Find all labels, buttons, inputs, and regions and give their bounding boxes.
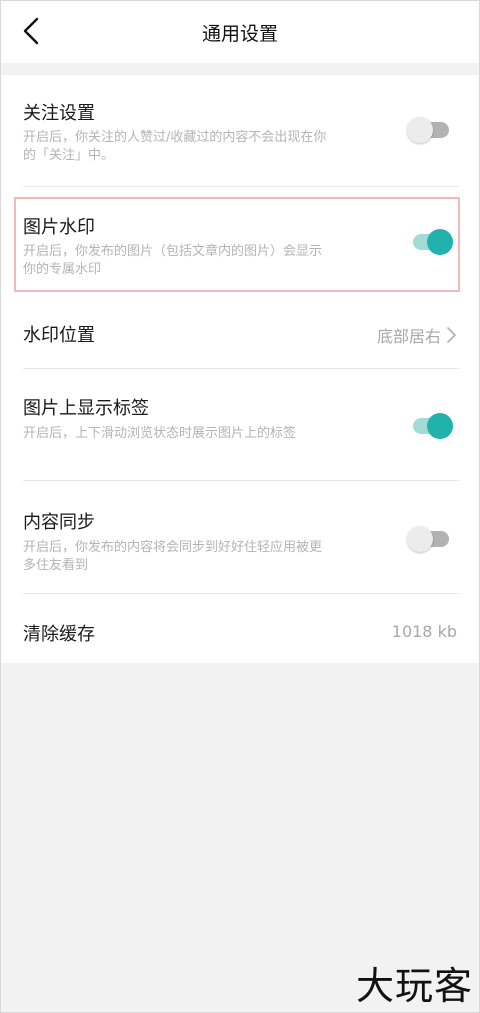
setting-title: 水印位置: [23, 325, 95, 346]
setting-title: 图片水印: [23, 217, 95, 238]
setting-title: 图片上显示标签: [23, 398, 149, 419]
image-tags-toggle[interactable]: [407, 413, 453, 439]
toggle-knob: [407, 526, 433, 552]
toggle-knob: [407, 117, 433, 143]
setting-title: 清除缓存: [23, 624, 95, 645]
setting-row-follow: 关注设置 开启后，你关注的人赞过/收藏过的内容不会出现在你的「关注」中。: [1, 75, 479, 187]
toggle-knob: [427, 413, 453, 439]
setting-row-watermark: 图片水印 开启后，你发布的图片（包括文章内的图片）会显示你的专属水印: [1, 187, 479, 297]
back-button[interactable]: [15, 15, 47, 47]
section-gap: [1, 63, 479, 75]
chevron-left-icon: [23, 17, 39, 45]
watermark-logo: 大玩客: [356, 955, 473, 1010]
setting-row-image-tags: 图片上显示标签 开启后，上下滑动浏览状态时展示图片上的标签: [1, 369, 479, 481]
chevron-right-icon: [447, 327, 456, 343]
watermark-toggle[interactable]: [407, 229, 453, 255]
setting-row-content-sync: 内容同步 开启后，你发布的内容将会同步到好好住轻应用被更多住友看到: [1, 481, 479, 594]
setting-row-watermark-position[interactable]: 水印位置 底部居右: [1, 297, 479, 369]
follow-toggle[interactable]: [407, 117, 453, 143]
watermark-position-value: 底部居右: [376, 327, 441, 346]
setting-desc: 开启后，你关注的人赞过/收藏过的内容不会出现在你的「关注」中。: [23, 130, 327, 163]
setting-title: 内容同步: [23, 512, 95, 533]
page-title: 通用设置: [201, 22, 278, 45]
setting-row-clear-cache[interactable]: 清除缓存 1018 kb: [1, 594, 479, 663]
header-bar: 通用设置: [1, 1, 479, 63]
setting-desc: 开启后，上下滑动浏览状态时展示图片上的标签: [23, 426, 297, 441]
setting-title: 关注设置: [23, 103, 95, 124]
setting-desc: 开启后，你发布的内容将会同步到好好住轻应用被更多住友看到: [23, 540, 323, 573]
setting-value: 底部居右: [377, 323, 457, 347]
toggle-knob: [427, 229, 453, 255]
settings-list: 关注设置 开启后，你关注的人赞过/收藏过的内容不会出现在你的「关注」中。 图片水…: [1, 75, 479, 663]
setting-desc: 开启后，你发布的图片（包括文章内的图片）会显示你的专属水印: [23, 244, 323, 277]
watermark-logo-text: 大玩客: [355, 964, 473, 1008]
content-sync-toggle[interactable]: [407, 526, 453, 552]
cache-size-value: 1018 kb: [391, 622, 457, 641]
